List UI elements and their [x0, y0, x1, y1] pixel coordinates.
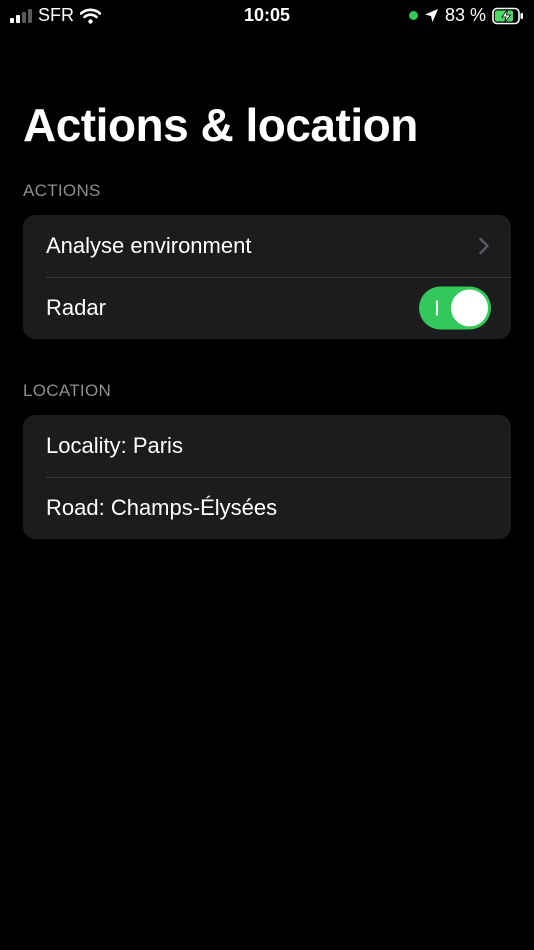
- battery-charging-icon: [492, 7, 523, 24]
- section-header-actions: ACTIONS: [23, 181, 101, 200]
- road-value: Road: Champs-Élysées: [46, 495, 278, 520]
- section-header-location: LOCATION: [23, 381, 112, 400]
- radar-row: Radar: [23, 277, 511, 339]
- analyse-environment-label: Analyse environment: [46, 233, 252, 258]
- page-title: Actions & location: [23, 99, 418, 151]
- toggle-on-indicator-icon: [436, 300, 438, 316]
- radar-label: Radar: [46, 295, 106, 320]
- analyse-environment-row[interactable]: Analyse environment: [23, 215, 511, 277]
- camera-in-use-indicator-icon: [408, 11, 418, 20]
- locality-row: Locality: Paris: [23, 415, 511, 477]
- battery-percentage: 83 %: [444, 5, 486, 25]
- actions-group: Analyse environment Radar: [23, 215, 511, 339]
- toggle-knob: [451, 289, 488, 327]
- status-bar: SFR 10:05 83 %: [0, 0, 534, 32]
- chevron-right-icon: [479, 237, 489, 255]
- location-group: Locality: Paris Road: Champs-Élysées: [23, 415, 511, 539]
- status-right: 83 %: [408, 5, 524, 26]
- road-row: Road: Champs-Élysées: [23, 477, 511, 539]
- location-arrow-icon: [424, 9, 438, 22]
- radar-toggle[interactable]: [419, 286, 491, 330]
- locality-value: Locality: Paris: [46, 433, 183, 458]
